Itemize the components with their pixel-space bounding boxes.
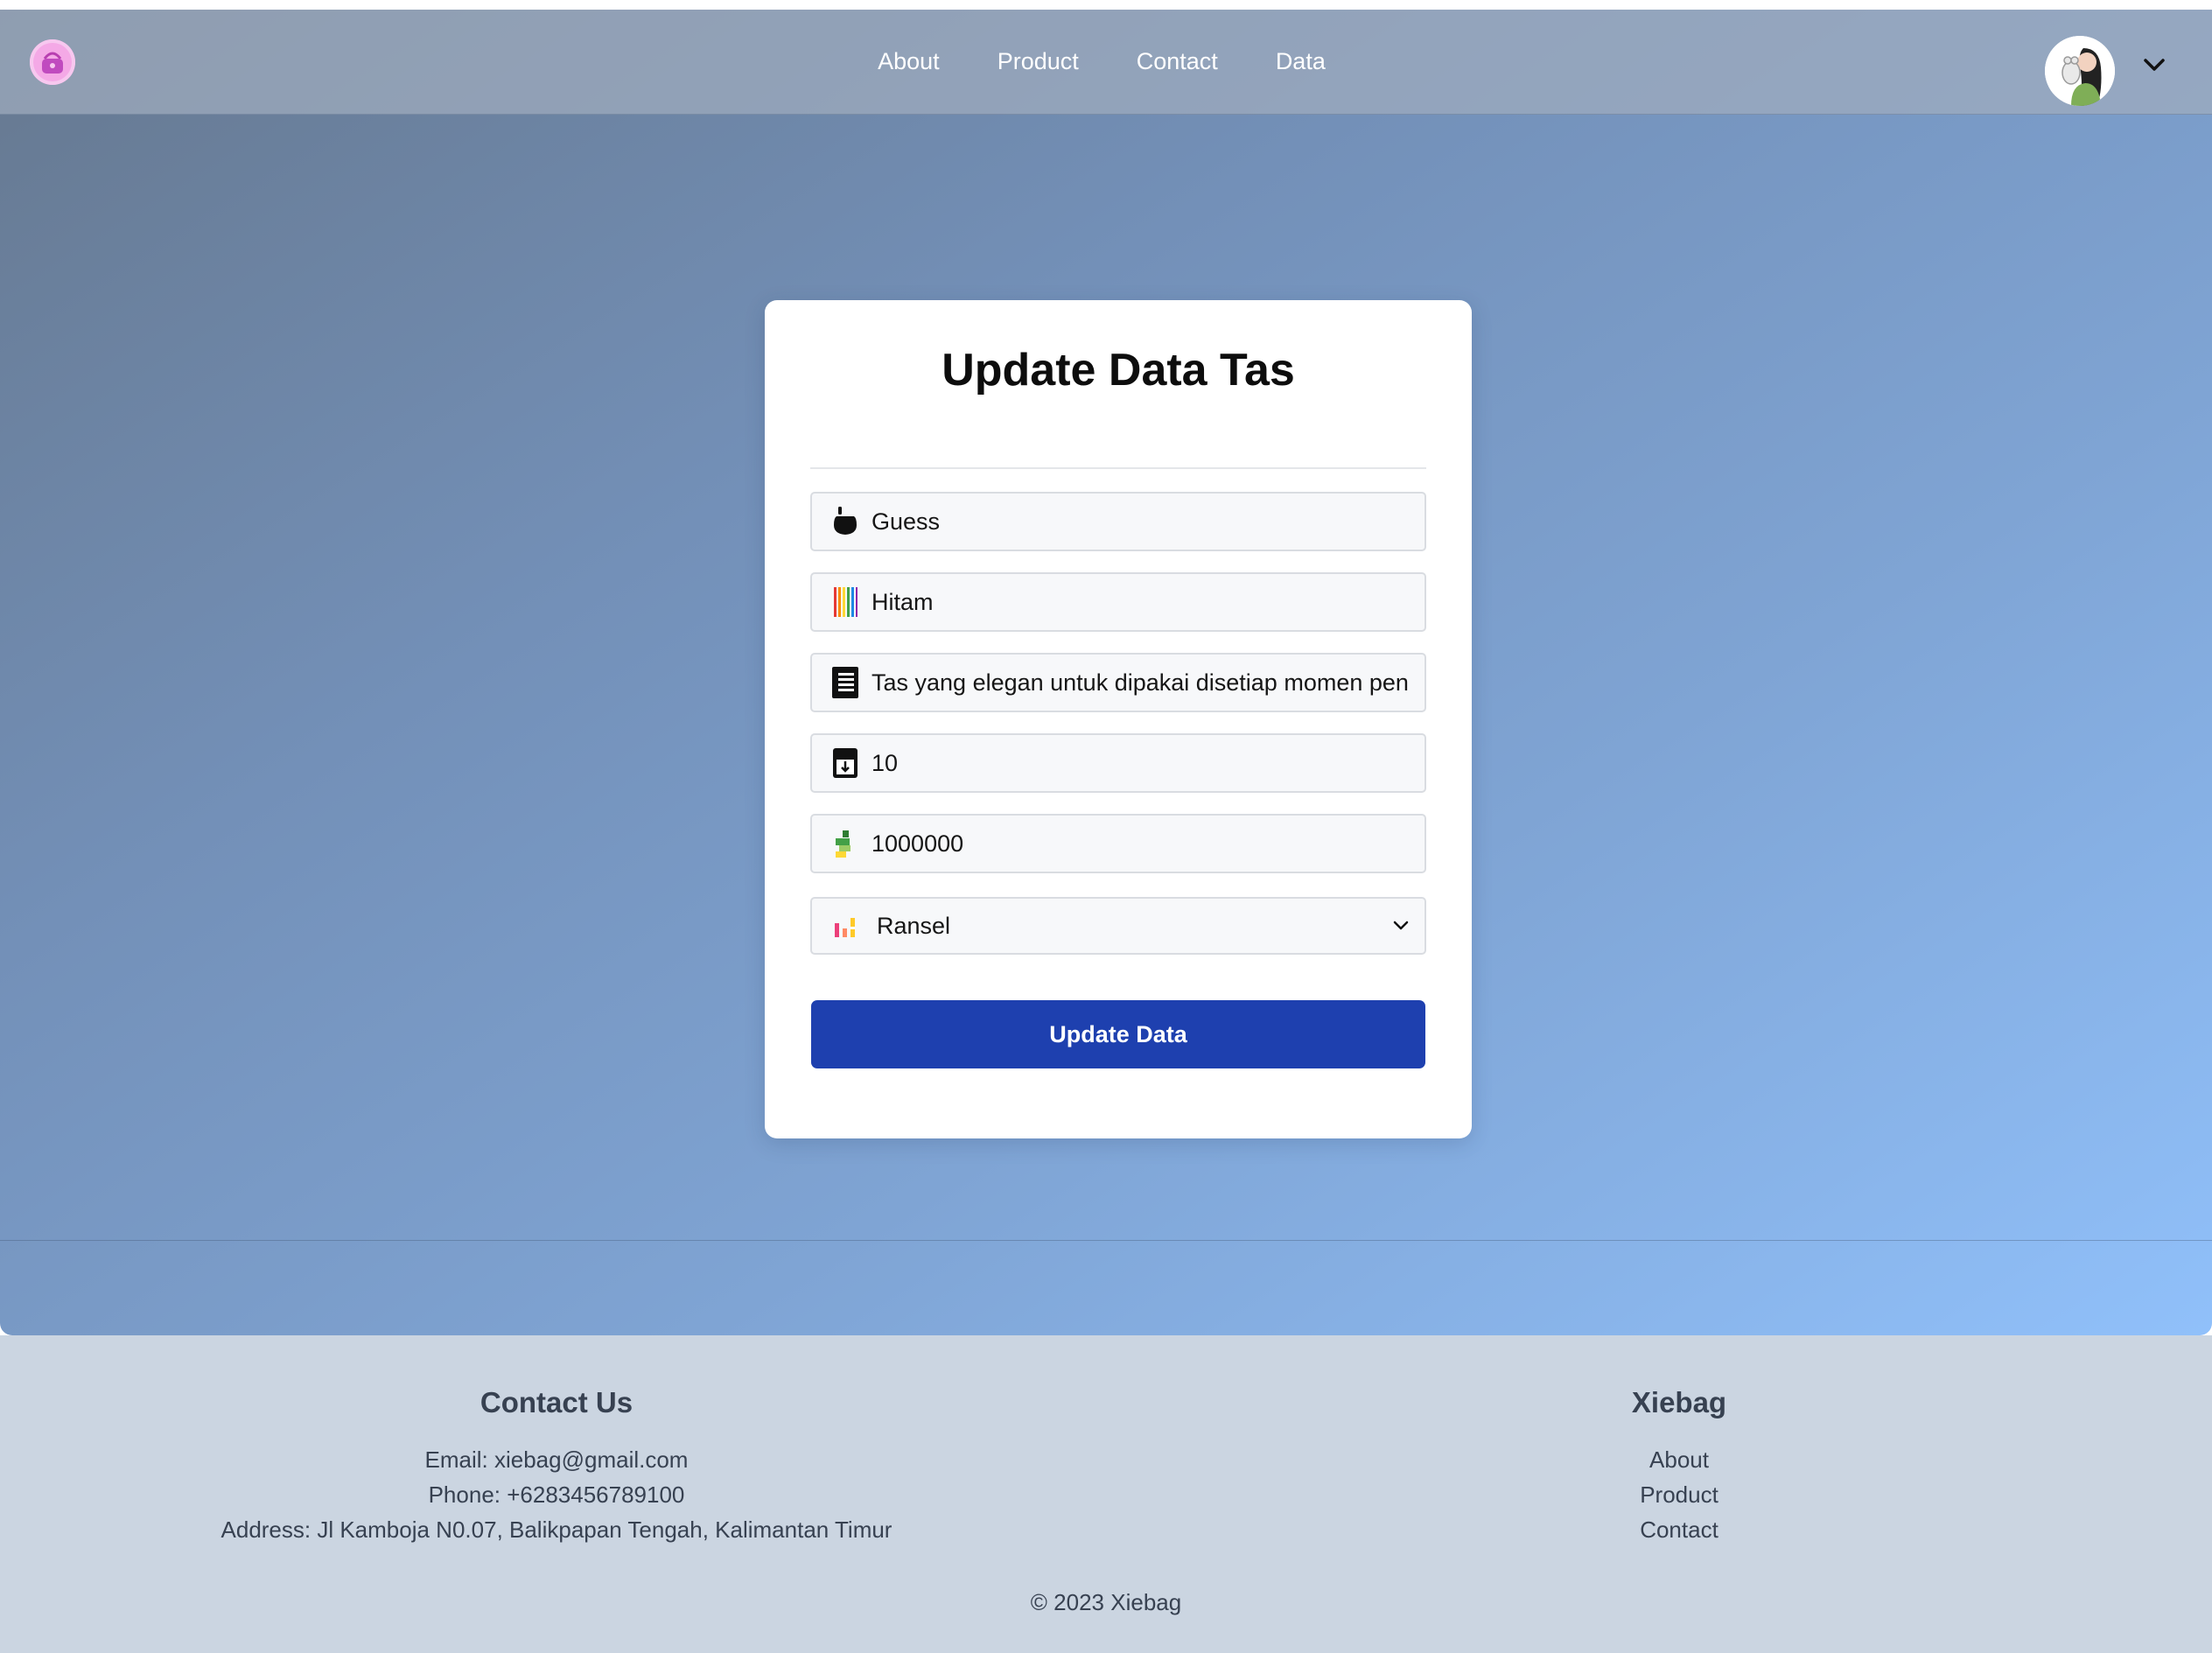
bar-chart-icon <box>831 908 859 943</box>
color-palette-icon <box>831 585 859 620</box>
nav-data[interactable]: Data <box>1276 48 1326 75</box>
copyright: © 2023 Xiebag <box>1030 1589 1182 1615</box>
page-title: Update Data Tas <box>942 345 1295 396</box>
footer-contact-title: Contact Us <box>480 1386 634 1418</box>
color-input[interactable] <box>872 588 1424 616</box>
bag-icon <box>831 504 859 539</box>
update-data-button[interactable]: Update Data <box>811 1000 1425 1068</box>
footer-link-contact[interactable]: Contact <box>1548 1512 1810 1547</box>
main-nav: About Product Contact Data <box>0 10 2212 114</box>
inbox-tray-icon <box>831 746 859 781</box>
title-divider <box>810 467 1426 469</box>
nav-product[interactable]: Product <box>998 48 1079 75</box>
chevron-down-icon[interactable] <box>2143 58 2166 72</box>
footer-brand-title: Xiebag <box>1631 1386 1727 1418</box>
user-avatar[interactable] <box>2045 36 2115 106</box>
footer: Contact Us Email: xiebag@gmail.com Phone… <box>0 1335 2212 1653</box>
description-input[interactable] <box>872 669 1424 697</box>
footer-contact: Contact Us Email: xiebag@gmail.com Phone… <box>172 1381 942 1547</box>
document-icon <box>831 665 859 700</box>
category-select[interactable]: Ransel <box>810 897 1426 955</box>
color-field <box>810 572 1426 632</box>
stock-input[interactable] <box>872 749 1424 777</box>
chevron-down-icon <box>1393 921 1409 930</box>
update-form-card: Update Data Tas Guess Hitam Tas yang ele… <box>765 300 1472 1138</box>
money-icon <box>831 826 859 861</box>
description-field <box>810 653 1426 712</box>
stock-field <box>810 733 1426 793</box>
footer-brand: Xiebag About Product Contact <box>1548 1381 1810 1547</box>
price-field <box>810 814 1426 873</box>
top-strip <box>0 0 2212 10</box>
footer-link-about[interactable]: About <box>1548 1442 1810 1477</box>
price-input[interactable] <box>872 830 1424 858</box>
nav-about[interactable]: About <box>878 48 940 75</box>
footer-phone: Phone: +6283456789100 <box>428 1481 685 1508</box>
brand-field <box>810 492 1426 551</box>
footer-address: Address: Jl Kamboja N0.07, Balikpapan Te… <box>220 1516 892 1543</box>
navbar: About Product Contact Data <box>0 10 2212 115</box>
brand-input[interactable] <box>872 508 1424 536</box>
hero-divider <box>0 1240 2212 1241</box>
nav-contact[interactable]: Contact <box>1137 48 1218 75</box>
footer-email: Email: xiebag@gmail.com <box>424 1446 689 1473</box>
footer-link-product[interactable]: Product <box>1548 1477 1810 1512</box>
category-selected-value: Ransel <box>877 912 951 939</box>
